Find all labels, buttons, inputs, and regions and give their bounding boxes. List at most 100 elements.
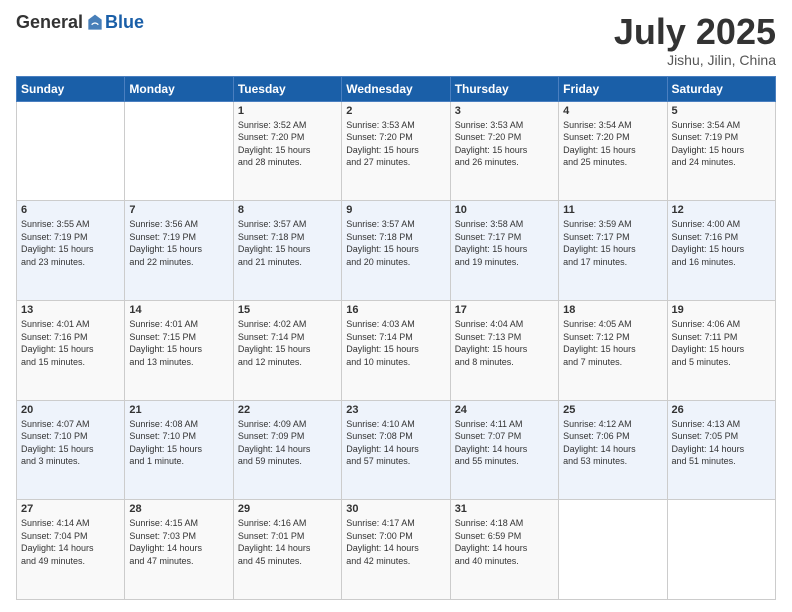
calendar-cell: 29 Sunrise: 4:16 AM Sunset: 7:01 PM Dayli…	[233, 500, 341, 600]
calendar-cell: 19 Sunrise: 4:06 AM Sunset: 7:11 PM Dayli…	[667, 300, 775, 400]
calendar-cell: 24Sunrise: 4:11 AM Sunset: 7:07 PM Dayli…	[450, 400, 558, 500]
calendar-cell: 15 Sunrise: 4:02 AM Sunset: 7:14 PM Dayli…	[233, 300, 341, 400]
calendar-cell: 2Sunrise: 3:53 AM Sunset: 7:20 PM Daylig…	[342, 101, 450, 201]
header: General Blue July 2025 Jishu, Jilin, Chi…	[16, 12, 776, 68]
day-info: Sunrise: 4:16 AM Sunset: 7:01 PM Dayligh…	[238, 517, 337, 567]
day-number: 17	[455, 304, 554, 316]
calendar-cell: 13Sunrise: 4:01 AM Sunset: 7:16 PM Dayli…	[17, 300, 125, 400]
day-number: 4	[563, 105, 662, 117]
calendar-cell: 18 Sunrise: 4:05 AM Sunset: 7:12 PM Dayli…	[559, 300, 667, 400]
day-number: 18	[563, 304, 662, 316]
day-info: Sunrise: 3:58 AM Sunset: 7:17 PM Dayligh…	[455, 218, 554, 268]
day-info: Sunrise: 4:09 AM Sunset: 7:09 PM Dayligh…	[238, 418, 337, 468]
calendar-cell: 26Sunrise: 4:13 AM Sunset: 7:05 PM Dayli…	[667, 400, 775, 500]
calendar-cell: 4Sunrise: 3:54 AM Sunset: 7:20 PM Daylig…	[559, 101, 667, 201]
day-number: 14	[129, 304, 228, 316]
day-info: Sunrise: 4:06 AM Sunset: 7:11 PM Dayligh…	[672, 318, 771, 368]
day-number: 5	[672, 105, 771, 117]
day-number: 10	[455, 204, 554, 216]
day-info: Sunrise: 3:55 AM Sunset: 7:19 PM Dayligh…	[21, 218, 120, 268]
calendar-cell: 23 Sunrise: 4:10 AM Sunset: 7:08 PM Dayli…	[342, 400, 450, 500]
day-info: Sunrise: 4:17 AM Sunset: 7:00 PM Dayligh…	[346, 517, 445, 567]
day-number: 16	[346, 304, 445, 316]
day-info: Sunrise: 3:56 AM Sunset: 7:19 PM Dayligh…	[129, 218, 228, 268]
logo-blue: Blue	[105, 12, 144, 33]
calendar-cell	[125, 101, 233, 201]
day-number: 30	[346, 503, 445, 515]
col-saturday: Saturday	[667, 76, 775, 101]
day-info: Sunrise: 3:53 AM Sunset: 7:20 PM Dayligh…	[346, 119, 445, 169]
day-number: 27	[21, 503, 120, 515]
calendar-cell: 28 Sunrise: 4:15 AM Sunset: 7:03 PM Dayli…	[125, 500, 233, 600]
day-number: 22	[238, 404, 337, 416]
calendar-header-row: Sunday Monday Tuesday Wednesday Thursday…	[17, 76, 776, 101]
calendar-cell: 6Sunrise: 3:55 AM Sunset: 7:19 PM Daylig…	[17, 201, 125, 301]
day-info: Sunrise: 3:59 AM Sunset: 7:17 PM Dayligh…	[563, 218, 662, 268]
calendar-cell: 25 Sunrise: 4:12 AM Sunset: 7:06 PM Dayli…	[559, 400, 667, 500]
day-info: Sunrise: 3:54 AM Sunset: 7:19 PM Dayligh…	[672, 119, 771, 169]
day-info: Sunrise: 4:03 AM Sunset: 7:14 PM Dayligh…	[346, 318, 445, 368]
calendar-cell: 16 Sunrise: 4:03 AM Sunset: 7:14 PM Dayli…	[342, 300, 450, 400]
calendar-cell: 3 Sunrise: 3:53 AM Sunset: 7:20 PM Daylig…	[450, 101, 558, 201]
calendar-week-0: 1Sunrise: 3:52 AM Sunset: 7:20 PM Daylig…	[17, 101, 776, 201]
col-wednesday: Wednesday	[342, 76, 450, 101]
day-number: 23	[346, 404, 445, 416]
day-info: Sunrise: 3:53 AM Sunset: 7:20 PM Dayligh…	[455, 119, 554, 169]
day-number: 15	[238, 304, 337, 316]
title-area: July 2025 Jishu, Jilin, China	[614, 12, 776, 68]
day-number: 26	[672, 404, 771, 416]
calendar-cell	[667, 500, 775, 600]
calendar-week-1: 6Sunrise: 3:55 AM Sunset: 7:19 PM Daylig…	[17, 201, 776, 301]
calendar-cell: 14 Sunrise: 4:01 AM Sunset: 7:15 PM Dayli…	[125, 300, 233, 400]
calendar-week-3: 20 Sunrise: 4:07 AM Sunset: 7:10 PM Dayli…	[17, 400, 776, 500]
day-number: 28	[129, 503, 228, 515]
col-friday: Friday	[559, 76, 667, 101]
calendar-cell: 9Sunrise: 3:57 AM Sunset: 7:18 PM Daylig…	[342, 201, 450, 301]
day-number: 19	[672, 304, 771, 316]
day-number: 11	[563, 204, 662, 216]
day-info: Sunrise: 4:10 AM Sunset: 7:08 PM Dayligh…	[346, 418, 445, 468]
day-info: Sunrise: 4:01 AM Sunset: 7:15 PM Dayligh…	[129, 318, 228, 368]
day-number: 29	[238, 503, 337, 515]
day-info: Sunrise: 4:14 AM Sunset: 7:04 PM Dayligh…	[21, 517, 120, 567]
calendar-cell: 5 Sunrise: 3:54 AM Sunset: 7:19 PM Daylig…	[667, 101, 775, 201]
calendar-week-4: 27 Sunrise: 4:14 AM Sunset: 7:04 PM Dayli…	[17, 500, 776, 600]
calendar-cell: 1Sunrise: 3:52 AM Sunset: 7:20 PM Daylig…	[233, 101, 341, 201]
day-number: 31	[455, 503, 554, 515]
col-monday: Monday	[125, 76, 233, 101]
calendar-cell: 30 Sunrise: 4:17 AM Sunset: 7:00 PM Dayli…	[342, 500, 450, 600]
day-info: Sunrise: 4:08 AM Sunset: 7:10 PM Dayligh…	[129, 418, 228, 468]
calendar-cell: 7Sunrise: 3:56 AM Sunset: 7:19 PM Daylig…	[125, 201, 233, 301]
calendar-cell: 12Sunrise: 4:00 AM Sunset: 7:16 PM Dayli…	[667, 201, 775, 301]
calendar: Sunday Monday Tuesday Wednesday Thursday…	[16, 76, 776, 600]
day-info: Sunrise: 4:04 AM Sunset: 7:13 PM Dayligh…	[455, 318, 554, 368]
day-number: 3	[455, 105, 554, 117]
day-number: 21	[129, 404, 228, 416]
calendar-cell: 8 Sunrise: 3:57 AM Sunset: 7:18 PM Daylig…	[233, 201, 341, 301]
day-info: Sunrise: 4:05 AM Sunset: 7:12 PM Dayligh…	[563, 318, 662, 368]
day-info: Sunrise: 4:15 AM Sunset: 7:03 PM Dayligh…	[129, 517, 228, 567]
day-info: Sunrise: 3:57 AM Sunset: 7:18 PM Dayligh…	[238, 218, 337, 268]
calendar-cell: 27 Sunrise: 4:14 AM Sunset: 7:04 PM Dayli…	[17, 500, 125, 600]
logo-icon	[85, 13, 105, 33]
calendar-cell	[17, 101, 125, 201]
day-number: 25	[563, 404, 662, 416]
day-info: Sunrise: 3:57 AM Sunset: 7:18 PM Dayligh…	[346, 218, 445, 268]
col-tuesday: Tuesday	[233, 76, 341, 101]
day-info: Sunrise: 4:02 AM Sunset: 7:14 PM Dayligh…	[238, 318, 337, 368]
day-info: Sunrise: 4:12 AM Sunset: 7:06 PM Dayligh…	[563, 418, 662, 468]
day-number: 24	[455, 404, 554, 416]
day-number: 20	[21, 404, 120, 416]
day-info: Sunrise: 3:52 AM Sunset: 7:20 PM Dayligh…	[238, 119, 337, 169]
calendar-cell: 31Sunrise: 4:18 AM Sunset: 6:59 PM Dayli…	[450, 500, 558, 600]
day-number: 13	[21, 304, 120, 316]
logo: General Blue	[16, 12, 144, 33]
day-info: Sunrise: 4:00 AM Sunset: 7:16 PM Dayligh…	[672, 218, 771, 268]
calendar-cell: 10 Sunrise: 3:58 AM Sunset: 7:17 PM Dayli…	[450, 201, 558, 301]
calendar-cell: 21 Sunrise: 4:08 AM Sunset: 7:10 PM Dayli…	[125, 400, 233, 500]
day-number: 8	[238, 204, 337, 216]
col-thursday: Thursday	[450, 76, 558, 101]
day-info: Sunrise: 4:07 AM Sunset: 7:10 PM Dayligh…	[21, 418, 120, 468]
location-subtitle: Jishu, Jilin, China	[614, 52, 776, 68]
month-title: July 2025	[614, 12, 776, 52]
